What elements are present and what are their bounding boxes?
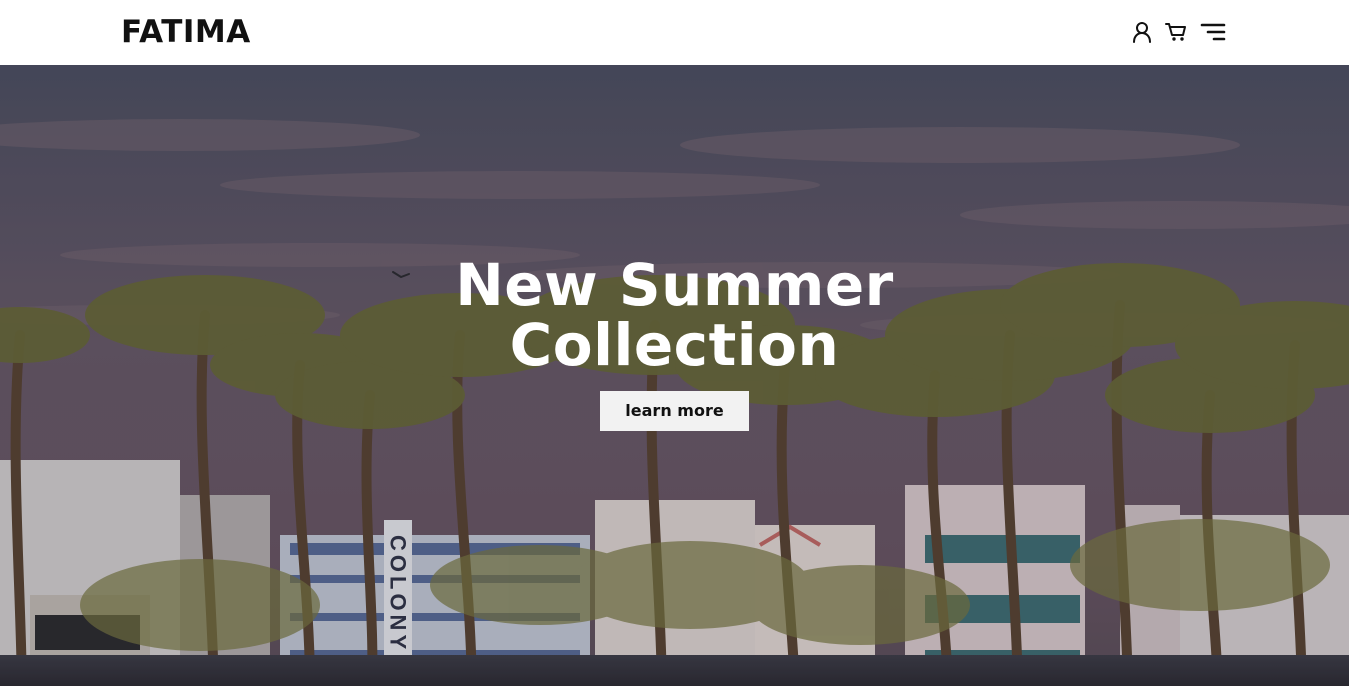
learn-more-button[interactable]: learn more	[600, 391, 749, 431]
hero-banner: COLONY New Summer Collection learn more	[0, 65, 1349, 686]
brand-logo[interactable]: FATIMA	[121, 14, 251, 50]
cart-icon[interactable]	[1165, 18, 1187, 46]
user-icon[interactable]	[1131, 18, 1153, 46]
menu-icon[interactable]	[1199, 18, 1227, 46]
hero-headline-line-2: Collection	[509, 311, 840, 379]
hero-content: New Summer Collection learn more	[0, 255, 1349, 431]
hero-headline: New Summer Collection	[0, 255, 1349, 375]
site-header: FATIMA	[0, 0, 1349, 65]
hero-headline-line-1: New Summer	[455, 251, 894, 319]
header-actions	[1131, 18, 1227, 46]
